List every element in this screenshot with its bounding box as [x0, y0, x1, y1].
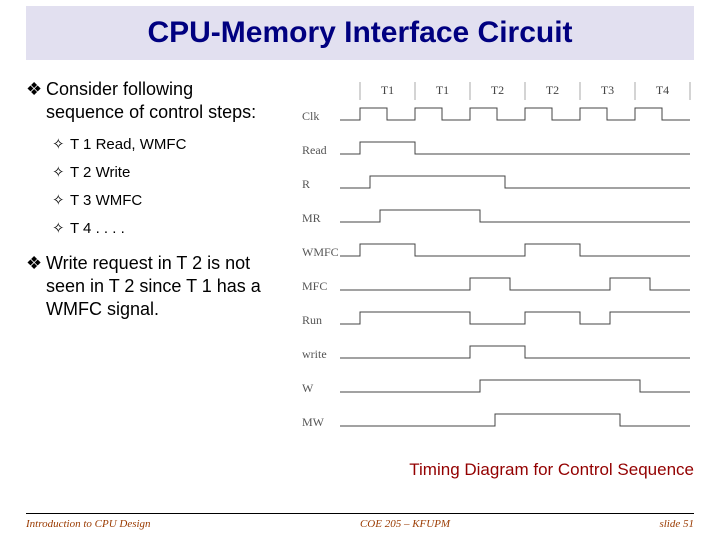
footer-center: COE 205 – KFUPM	[360, 518, 450, 530]
svg-text:T2: T2	[546, 83, 559, 97]
footer-left: Introduction to CPU Design	[26, 518, 151, 530]
list-item: ✧ T 1 Read, WMFC	[52, 136, 276, 154]
timing-diagram: T1 T1 T2 T2 T3 T4 Clk Read R MR WMFC MFC Run write W MW	[300, 78, 700, 438]
svg-text:T4: T4	[656, 83, 669, 97]
step-text: T 2 Write	[70, 164, 130, 182]
list-item: ✧ T 3 WMFC	[52, 192, 276, 210]
svg-text:R: R	[302, 177, 310, 191]
svg-text:Clk: Clk	[302, 109, 319, 123]
list-item: ✧ T 4 . . . .	[52, 220, 276, 238]
list-item: ✧ T 2 Write	[52, 164, 276, 182]
svg-text:Read: Read	[302, 143, 327, 157]
svg-text:MFC: MFC	[302, 279, 327, 293]
svg-text:WMFC: WMFC	[302, 245, 339, 259]
svg-text:T2: T2	[491, 83, 504, 97]
title-banner: CPU-Memory Interface Circuit	[26, 6, 694, 60]
svg-text:W: W	[302, 381, 314, 395]
footer-right: slide 51	[659, 518, 694, 530]
intro-bullet: ❖ Consider following sequence of control…	[26, 78, 276, 124]
svg-text:write: write	[302, 347, 327, 361]
svg-text:T1: T1	[381, 83, 394, 97]
svg-text:Run: Run	[302, 313, 322, 327]
step-text: T 3 WMFC	[70, 192, 142, 210]
diamond-bullet-icon: ❖	[26, 78, 46, 124]
slide-title: CPU-Memory Interface Circuit	[147, 16, 572, 50]
diamond-open-icon: ✧	[52, 192, 70, 210]
diagram-caption: Timing Diagram for Control Sequence	[409, 460, 694, 480]
diamond-open-icon: ✧	[52, 220, 70, 238]
slide-body: ❖ Consider following sequence of control…	[26, 78, 276, 333]
intro-text: Consider following sequence of control s…	[46, 78, 276, 124]
step-text: T 4 . . . .	[70, 220, 125, 238]
note-bullet: ❖ Write request in T 2 is not seen in T …	[26, 252, 276, 321]
svg-text:T1: T1	[436, 83, 449, 97]
slide-footer: Introduction to CPU Design COE 205 – KFU…	[26, 513, 694, 530]
svg-text:MW: MW	[302, 415, 325, 429]
step-text: T 1 Read, WMFC	[70, 136, 186, 154]
diamond-open-icon: ✧	[52, 136, 70, 154]
steps-list: ✧ T 1 Read, WMFC ✧ T 2 Write ✧ T 3 WMFC …	[52, 136, 276, 238]
diamond-bullet-icon: ❖	[26, 252, 46, 321]
svg-text:T3: T3	[601, 83, 614, 97]
diamond-open-icon: ✧	[52, 164, 70, 182]
note-text: Write request in T 2 is not seen in T 2 …	[46, 252, 276, 321]
svg-text:MR: MR	[302, 211, 321, 225]
